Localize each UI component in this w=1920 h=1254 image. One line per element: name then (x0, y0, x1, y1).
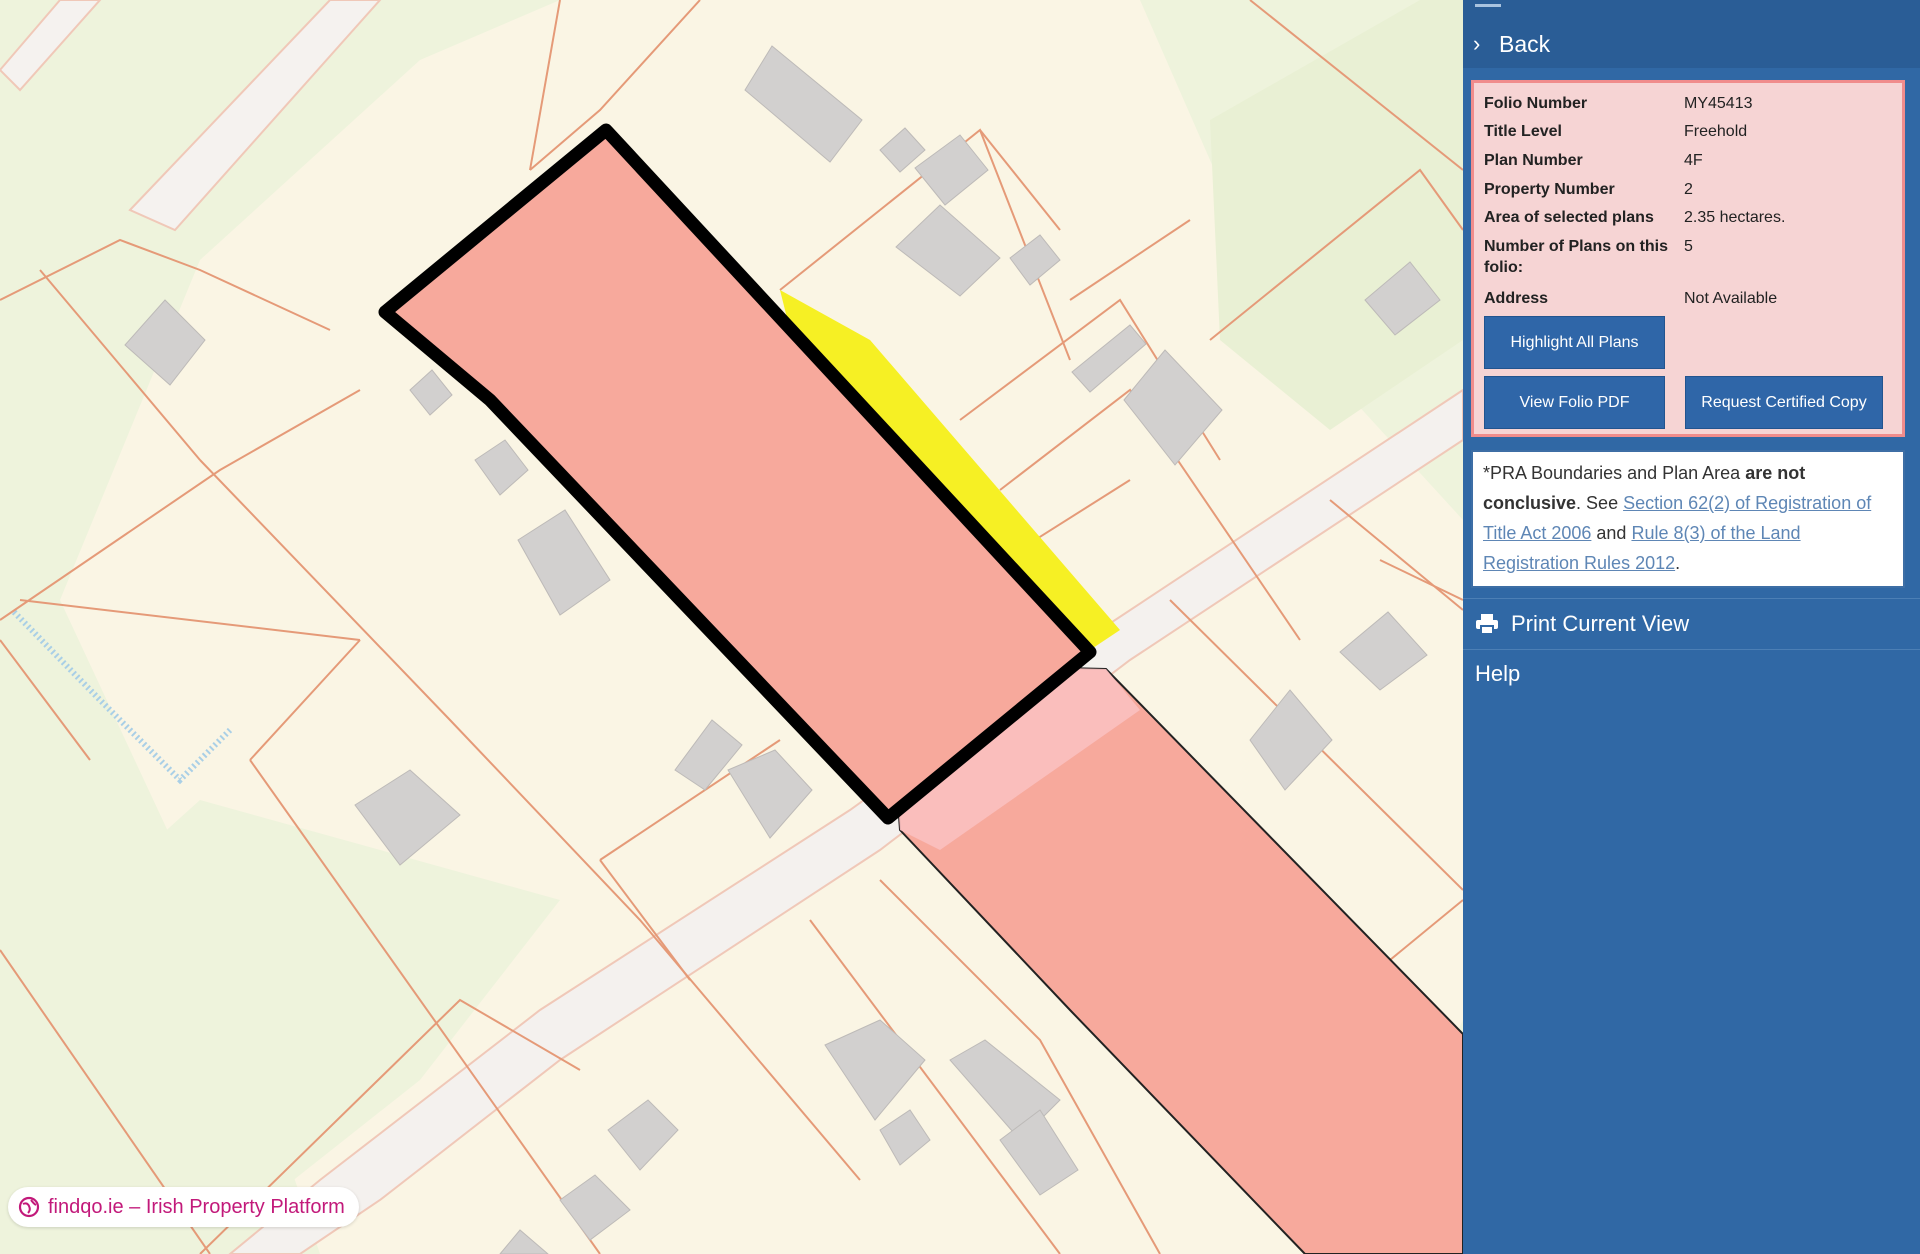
chevron-right-icon: › (1473, 31, 1481, 56)
detail-value: 4F (1684, 152, 1703, 169)
detail-label: Area of selected plans (1484, 209, 1654, 226)
detail-label: Property Number (1484, 181, 1615, 198)
detail-value: Not Available (1684, 290, 1778, 307)
detail-label: Plan Number (1484, 152, 1583, 169)
disclaimer-text: *PRA Boundaries and Plan Area (1483, 463, 1746, 483)
back-label: Back (1499, 30, 1551, 57)
print-current-view-button[interactable]: Print Current View (1463, 598, 1920, 650)
detail-label: Number of Plans on this folio: (1484, 238, 1669, 276)
globe-icon (18, 1196, 40, 1218)
detail-value: 2 (1684, 181, 1693, 198)
menu-icon[interactable] (1475, 0, 1501, 7)
print-label: Print Current View (1511, 611, 1690, 636)
property-details-panel: Folio Number MY45413 Title Level Freehol… (1471, 80, 1905, 437)
printer-icon (1476, 614, 1498, 635)
request-certified-copy-button[interactable]: Request Certified Copy (1685, 376, 1883, 429)
help-link[interactable]: Help (1475, 656, 1520, 692)
detail-value: 2.35 hectares. (1684, 209, 1786, 226)
watermark-text: findqo.ie – Irish Property Platform (48, 1195, 345, 1218)
detail-label: Title Level (1484, 123, 1562, 140)
detail-label: Folio Number (1484, 95, 1588, 112)
map-view[interactable]: findqo.ie – Irish Property Platform (0, 0, 1463, 1254)
detail-value: MY45413 (1684, 95, 1753, 112)
boundary-disclaimer: *PRA Boundaries and Plan Area are not co… (1471, 450, 1905, 588)
detail-value: Freehold (1684, 123, 1748, 140)
watermark-badge: findqo.ie – Irish Property Platform (8, 1187, 359, 1227)
disclaimer-see: . See (1576, 493, 1624, 513)
detail-value: 5 (1684, 238, 1693, 255)
detail-label: Address (1484, 290, 1549, 307)
back-button[interactable]: › Back (1463, 20, 1920, 68)
highlight-all-plans-button[interactable]: Highlight All Plans (1484, 316, 1665, 369)
view-folio-pdf-button[interactable]: View Folio PDF (1484, 376, 1665, 429)
disclaimer-and: and (1591, 523, 1632, 543)
property-details-sidebar: › Back Folio Number MY45413 Title Level … (1463, 0, 1920, 1254)
sidebar-header (1463, 0, 1920, 20)
disclaimer-suffix: . (1675, 553, 1681, 573)
